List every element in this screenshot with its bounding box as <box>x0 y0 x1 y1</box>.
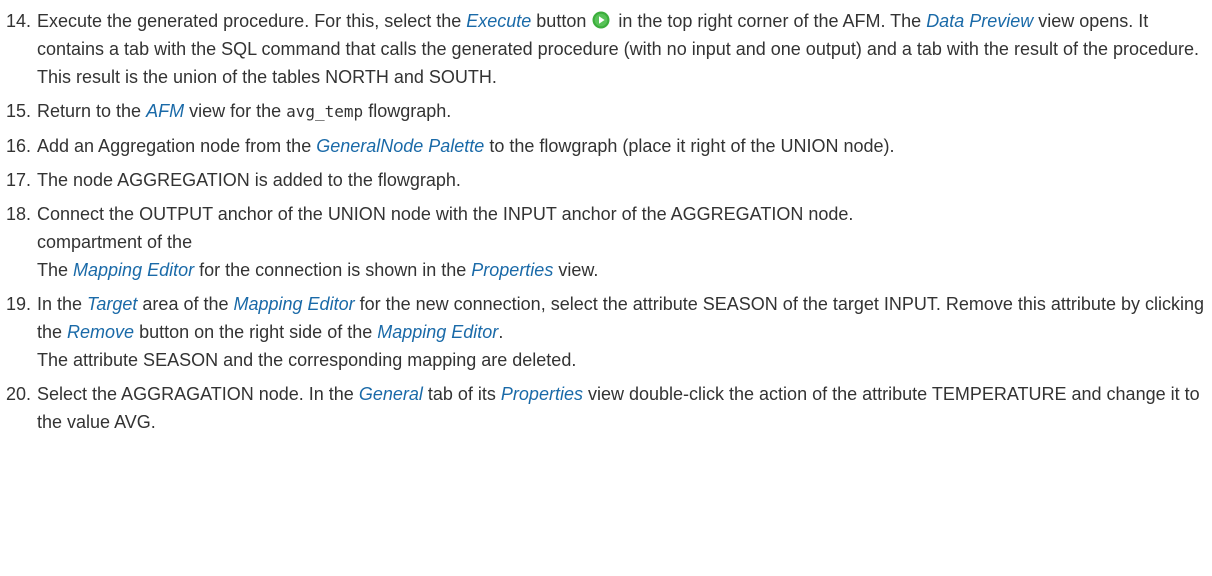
step-19: 19. In the Target area of the Mapping Ed… <box>0 290 1212 374</box>
step-text: Add an Aggregation node from the <box>37 136 317 156</box>
step-text: In the Target area of the Mapping Editor… <box>37 294 1204 342</box>
properties-term: Properties <box>500 384 583 404</box>
step-text: Connect the OUTPUT anchor of the UNION n… <box>37 204 854 224</box>
step-number: 20. <box>6 384 32 404</box>
execute-term: Execute <box>466 11 532 31</box>
step-text: view for the <box>184 101 287 121</box>
step-text: tab of its <box>422 384 501 404</box>
general-tab-term: General <box>358 384 423 404</box>
step-number: 15. <box>6 101 32 121</box>
mapping-editor-term: Mapping Editor <box>377 322 499 342</box>
document-page: 14. Execute the generated procedure. For… <box>0 0 1212 576</box>
step-17: 17. The node AGGREGATION is added to the… <box>0 166 1212 194</box>
step-text: Return to the <box>37 101 147 121</box>
step-text: Select the AGGRAGATION node. In the <box>37 384 359 404</box>
step-number: 14. <box>6 11 32 31</box>
step-16: 16. Add an Aggregation node from the Gen… <box>0 132 1212 160</box>
step-text: Execute the generated procedure. For thi… <box>37 11 467 31</box>
step-14: 14. Execute the generated procedure. For… <box>0 7 1212 91</box>
step-text: flowgraph. <box>363 101 452 121</box>
step-result: The attribute SEASON and the correspondi… <box>37 350 577 370</box>
afm-term: AFM <box>146 101 185 121</box>
step-18: 18. Connect the OUTPUT anchor of the UNI… <box>0 200 1212 284</box>
step-15: 15. Return to the AFM view for the avg_t… <box>0 97 1212 126</box>
target-term: Target <box>87 294 138 314</box>
step-text: compartment of the <box>37 232 193 252</box>
step-text: The node AGGREGATION is added to the flo… <box>37 170 461 190</box>
remove-term: Remove <box>67 322 135 342</box>
flowgraph-name-code: avg_temp <box>286 102 364 121</box>
step-number: 18. <box>6 204 32 224</box>
execute-play-icon <box>592 11 610 29</box>
mapping-editor-term: Mapping Editor <box>73 260 195 280</box>
mapping-editor-term: Mapping Editor <box>233 294 355 314</box>
step-text: in the top right corner of the AFM. The <box>613 11 927 31</box>
properties-term: Properties <box>471 260 554 280</box>
procedure-step-list: 14. Execute the generated procedure. For… <box>0 7 1212 442</box>
step-text: button <box>531 11 592 31</box>
step-number: 19. <box>6 294 32 314</box>
step-text: to the flowgraph (place it right of the … <box>484 136 895 156</box>
step-number: 17. <box>6 170 32 190</box>
general-node-palette-term: GeneralNode Palette <box>316 136 485 156</box>
step-result: The Mapping Editor for the connection is… <box>37 260 599 280</box>
data-preview-term: Data Preview <box>926 11 1034 31</box>
step-20: 20. Select the AGGRAGATION node. In the … <box>0 380 1212 436</box>
step-number: 16. <box>6 136 32 156</box>
